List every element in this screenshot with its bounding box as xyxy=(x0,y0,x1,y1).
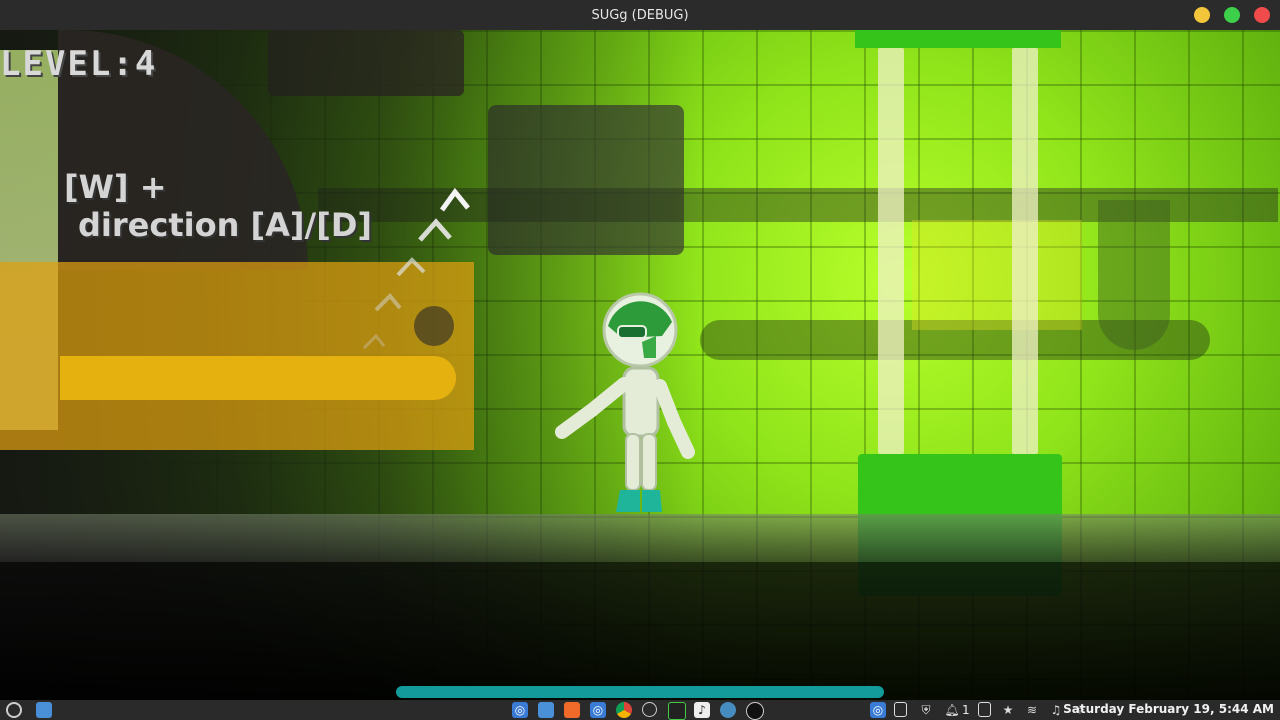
game-viewport[interactable]: LEVEL:4 [W] + direction [A]/[D] xyxy=(0,30,1280,700)
wifi-icon[interactable]: ≋ xyxy=(1024,702,1040,718)
screenshot-icon[interactable]: ◎ xyxy=(590,702,606,718)
files-icon[interactable] xyxy=(538,702,554,718)
clock-icon[interactable] xyxy=(642,702,657,717)
top-green-bar xyxy=(855,30,1061,48)
window-controls xyxy=(1194,7,1270,23)
bg-pipe xyxy=(1098,200,1170,350)
hint-line-1: [W] + xyxy=(64,168,167,206)
taskbar: ◎ ◎ ♪ ◎ ⛨ 🔔︎ 1 ★ ≋ ♫ ☼ Saturday February… xyxy=(0,700,1280,720)
music-icon[interactable]: ♪ xyxy=(694,702,710,718)
folder-icon[interactable] xyxy=(36,702,52,718)
minimize-button[interactable] xyxy=(1194,7,1210,23)
godot-icon[interactable] xyxy=(720,702,736,718)
maximize-button[interactable] xyxy=(1224,7,1240,23)
level-label: LEVEL:4 xyxy=(0,44,158,84)
shield-icon[interactable]: ⛨ xyxy=(918,702,934,718)
brave-icon[interactable] xyxy=(564,702,580,718)
document-icon[interactable] xyxy=(978,702,991,717)
controls-hint: [W] + direction [A]/[D] xyxy=(64,168,372,244)
screenshot-icon[interactable]: ◎ xyxy=(870,702,886,718)
yellow-bar xyxy=(60,356,456,400)
scrollbar-thumb[interactable] xyxy=(396,686,884,698)
star-icon[interactable]: ★ xyxy=(1000,702,1016,718)
notification-count: 1 xyxy=(962,703,970,717)
game-window: SUGg (DEBUG) LEVEL:4 [W] + direction [A]… xyxy=(0,0,1280,720)
close-button[interactable] xyxy=(1254,7,1270,23)
screenshot-icon[interactable]: ◎ xyxy=(512,702,528,718)
floor xyxy=(0,514,1280,562)
bg-panel xyxy=(912,220,1082,330)
jump-arrows-icon xyxy=(362,187,470,350)
title-bar[interactable]: SUGg (DEBUG) xyxy=(0,0,1280,30)
chrome-icon[interactable] xyxy=(616,702,632,718)
clock[interactable]: Saturday February 19, 5:44 AM xyxy=(1063,702,1274,716)
pillar-right xyxy=(1012,48,1038,454)
pillar-left xyxy=(878,48,904,454)
music-icon[interactable]: ♫ xyxy=(1048,702,1064,718)
game-icon[interactable] xyxy=(746,702,764,720)
mint-menu-icon[interactable] xyxy=(6,702,22,718)
window-title: SUGg (DEBUG) xyxy=(591,7,689,23)
hint-line-2: direction [A]/[D] xyxy=(78,206,373,244)
terminal-icon[interactable] xyxy=(668,702,686,720)
notifications-icon[interactable]: 🔔︎ xyxy=(944,702,960,718)
player-character[interactable] xyxy=(552,292,702,514)
underground xyxy=(0,562,1280,700)
clipboard-icon[interactable] xyxy=(894,702,907,717)
